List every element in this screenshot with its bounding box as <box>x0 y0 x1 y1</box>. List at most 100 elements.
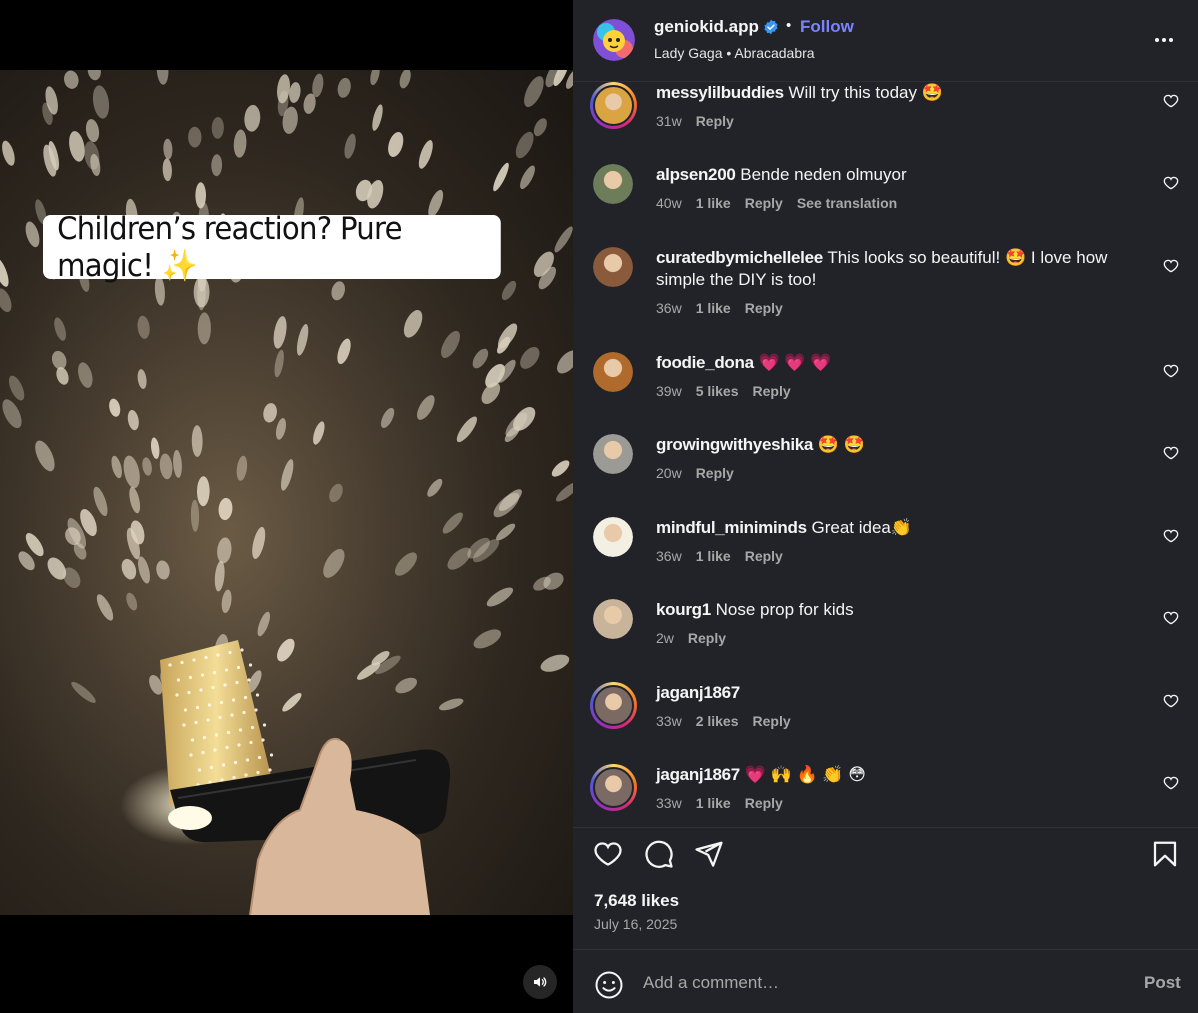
comment-like-heart-icon[interactable] <box>1163 445 1179 461</box>
comment-timestamp[interactable]: 36w <box>656 548 682 564</box>
follow-button[interactable]: Follow <box>800 17 854 37</box>
comment-like-heart-icon[interactable] <box>1163 775 1179 791</box>
sound-toggle-button[interactable] <box>523 965 557 999</box>
reply-button[interactable]: Reply <box>745 548 783 564</box>
commenter-username[interactable]: alpsen200 <box>656 165 736 184</box>
comment-timestamp[interactable]: 20w <box>656 465 682 481</box>
reply-button[interactable]: Reply <box>745 195 783 211</box>
comment-text: foodie_dona 💗 💗 💗 <box>656 352 1136 374</box>
comment-like-count[interactable]: 5 likes <box>696 383 739 399</box>
reply-button[interactable]: Reply <box>696 113 734 129</box>
comment-text: kourg1 Nose prop for kids <box>656 599 1136 621</box>
comment-bubble-icon[interactable] <box>644 839 674 869</box>
comment-timestamp[interactable]: 39w <box>656 383 682 399</box>
comment-timestamp[interactable]: 33w <box>656 795 682 811</box>
comment-meta: 36w 1 like Reply <box>656 300 783 316</box>
author-avatar[interactable] <box>593 19 635 61</box>
post-header: geniokid.app • Follow Lady Gaga • Abraca… <box>573 0 1198 82</box>
comment-timestamp[interactable]: 33w <box>656 713 682 729</box>
post-comment-button[interactable]: Post <box>1144 973 1181 993</box>
comment-timestamp[interactable]: 36w <box>656 300 682 316</box>
comment-like-heart-icon[interactable] <box>1163 258 1179 274</box>
post-date[interactable]: July 16, 2025 <box>594 916 677 932</box>
comment-input[interactable] <box>643 968 1113 998</box>
comment-meta: 39w 5 likes Reply <box>656 383 791 399</box>
commenter-username[interactable]: kourg1 <box>656 600 711 619</box>
commenter-username[interactable]: foodie_dona <box>656 353 754 372</box>
comment-like-heart-icon[interactable] <box>1163 93 1179 109</box>
reply-button[interactable]: Reply <box>753 713 791 729</box>
commenter-avatar[interactable] <box>590 82 637 129</box>
comment-body: 💗 🙌 🔥 👏 😳 <box>744 765 866 784</box>
comment-like-count[interactable]: 1 like <box>696 548 731 564</box>
comment-composer: Post <box>573 949 1198 1013</box>
comment-text: jaganj1867 <box>656 682 1136 704</box>
commenter-avatar[interactable] <box>593 352 633 392</box>
comment-body: Bende neden olmuyor <box>740 165 907 184</box>
commenter-avatar[interactable] <box>590 682 637 729</box>
comment-like-heart-icon[interactable] <box>1163 528 1179 544</box>
comment-like-count[interactable]: 1 like <box>696 300 731 316</box>
audio-track-link[interactable]: Lady Gaga • Abracadabra <box>654 45 815 61</box>
comment-item: jaganj1867 💗 🙌 🔥 👏 😳 33w 1 like Reply <box>573 764 1198 827</box>
comment-like-heart-icon[interactable] <box>1163 363 1179 379</box>
heart-icon[interactable] <box>593 839 623 869</box>
comment-item: jaganj1867 33w 2 likes Reply <box>573 682 1198 762</box>
author-username[interactable]: geniokid.app <box>654 17 759 37</box>
post-media: Children’s reaction? Pure magic! ✨ <box>0 0 573 1013</box>
comment-meta: 31w Reply <box>656 113 734 129</box>
commenter-avatar[interactable] <box>593 517 633 557</box>
commenter-avatar[interactable] <box>593 599 633 639</box>
reply-button[interactable]: Reply <box>745 300 783 316</box>
see-translation-button[interactable]: See translation <box>797 195 897 211</box>
bookmark-icon[interactable] <box>1150 839 1180 869</box>
commenter-username[interactable]: jaganj1867 <box>656 765 740 784</box>
comment-meta: 20w Reply <box>656 465 734 481</box>
paper-plane-icon[interactable] <box>694 839 724 869</box>
comment-timestamp[interactable]: 31w <box>656 113 682 129</box>
reply-button[interactable]: Reply <box>745 795 783 811</box>
comment-meta: 33w 2 likes Reply <box>656 713 791 729</box>
commenter-username[interactable]: growingwithyeshika <box>656 435 813 454</box>
reply-button[interactable]: Reply <box>696 465 734 481</box>
commenter-username[interactable]: curatedbymichellelee <box>656 248 823 267</box>
commenter-username[interactable]: messylilbuddies <box>656 83 784 102</box>
comment-item: mindful_miniminds Great idea👏 36w 1 like Re… <box>573 517 1198 597</box>
more-options-icon[interactable] <box>1152 28 1176 52</box>
comment-timestamp[interactable]: 40w <box>656 195 682 211</box>
commenter-avatar[interactable] <box>590 764 637 811</box>
reply-button[interactable]: Reply <box>688 630 726 646</box>
comment-text: jaganj1867 💗 🙌 🔥 👏 😳 <box>656 764 1136 786</box>
video-caption: Children’s reaction? Pure magic! ✨ <box>43 211 501 284</box>
comment-like-count[interactable]: 1 like <box>696 795 731 811</box>
comment-like-heart-icon[interactable] <box>1163 693 1179 709</box>
comment-text: growingwithyeshika 🤩 🤩 <box>656 434 1136 456</box>
comment-like-count[interactable]: 2 likes <box>696 713 739 729</box>
comment-like-heart-icon[interactable] <box>1163 610 1179 626</box>
comments-list[interactable]: messylilbuddies Will try this today 🤩 31w… <box>573 82 1198 827</box>
commenter-avatar[interactable] <box>593 247 633 287</box>
comment-body: 🤩 🤩 <box>817 435 865 454</box>
commenter-username[interactable]: jaganj1867 <box>656 683 740 702</box>
comment-text: alpsen200 Bende neden olmuyor <box>656 164 1136 186</box>
video-frame[interactable]: Children’s reaction? Pure magic! ✨ <box>0 70 573 915</box>
light-projection-scene <box>0 70 573 915</box>
commenter-avatar[interactable] <box>593 164 633 204</box>
post-actions: 7,648 likes July 16, 2025 <box>573 827 1198 949</box>
emoji-smile-icon[interactable] <box>594 970 624 1000</box>
reply-button[interactable]: Reply <box>753 383 791 399</box>
comment-meta: 36w 1 like Reply <box>656 548 783 564</box>
comment-like-heart-icon[interactable] <box>1163 175 1179 191</box>
comment-body: Nose prop for kids <box>715 600 854 619</box>
comment-item: messylilbuddies Will try this today 🤩 31w… <box>573 82 1198 162</box>
comment-meta: 33w 1 like Reply <box>656 795 783 811</box>
comment-like-count[interactable]: 1 like <box>696 195 731 211</box>
comment-timestamp[interactable]: 2w <box>656 630 674 646</box>
speaker-icon <box>534 977 547 987</box>
commenter-avatar[interactable] <box>593 434 633 474</box>
comment-body: Great idea👏 <box>811 518 913 537</box>
comment-meta: 40w 1 like Reply See translation <box>656 195 897 211</box>
likes-count[interactable]: 7,648 likes <box>594 891 679 911</box>
comment-body: 💗 💗 💗 <box>758 353 832 372</box>
commenter-username[interactable]: mindful_miniminds <box>656 518 807 537</box>
